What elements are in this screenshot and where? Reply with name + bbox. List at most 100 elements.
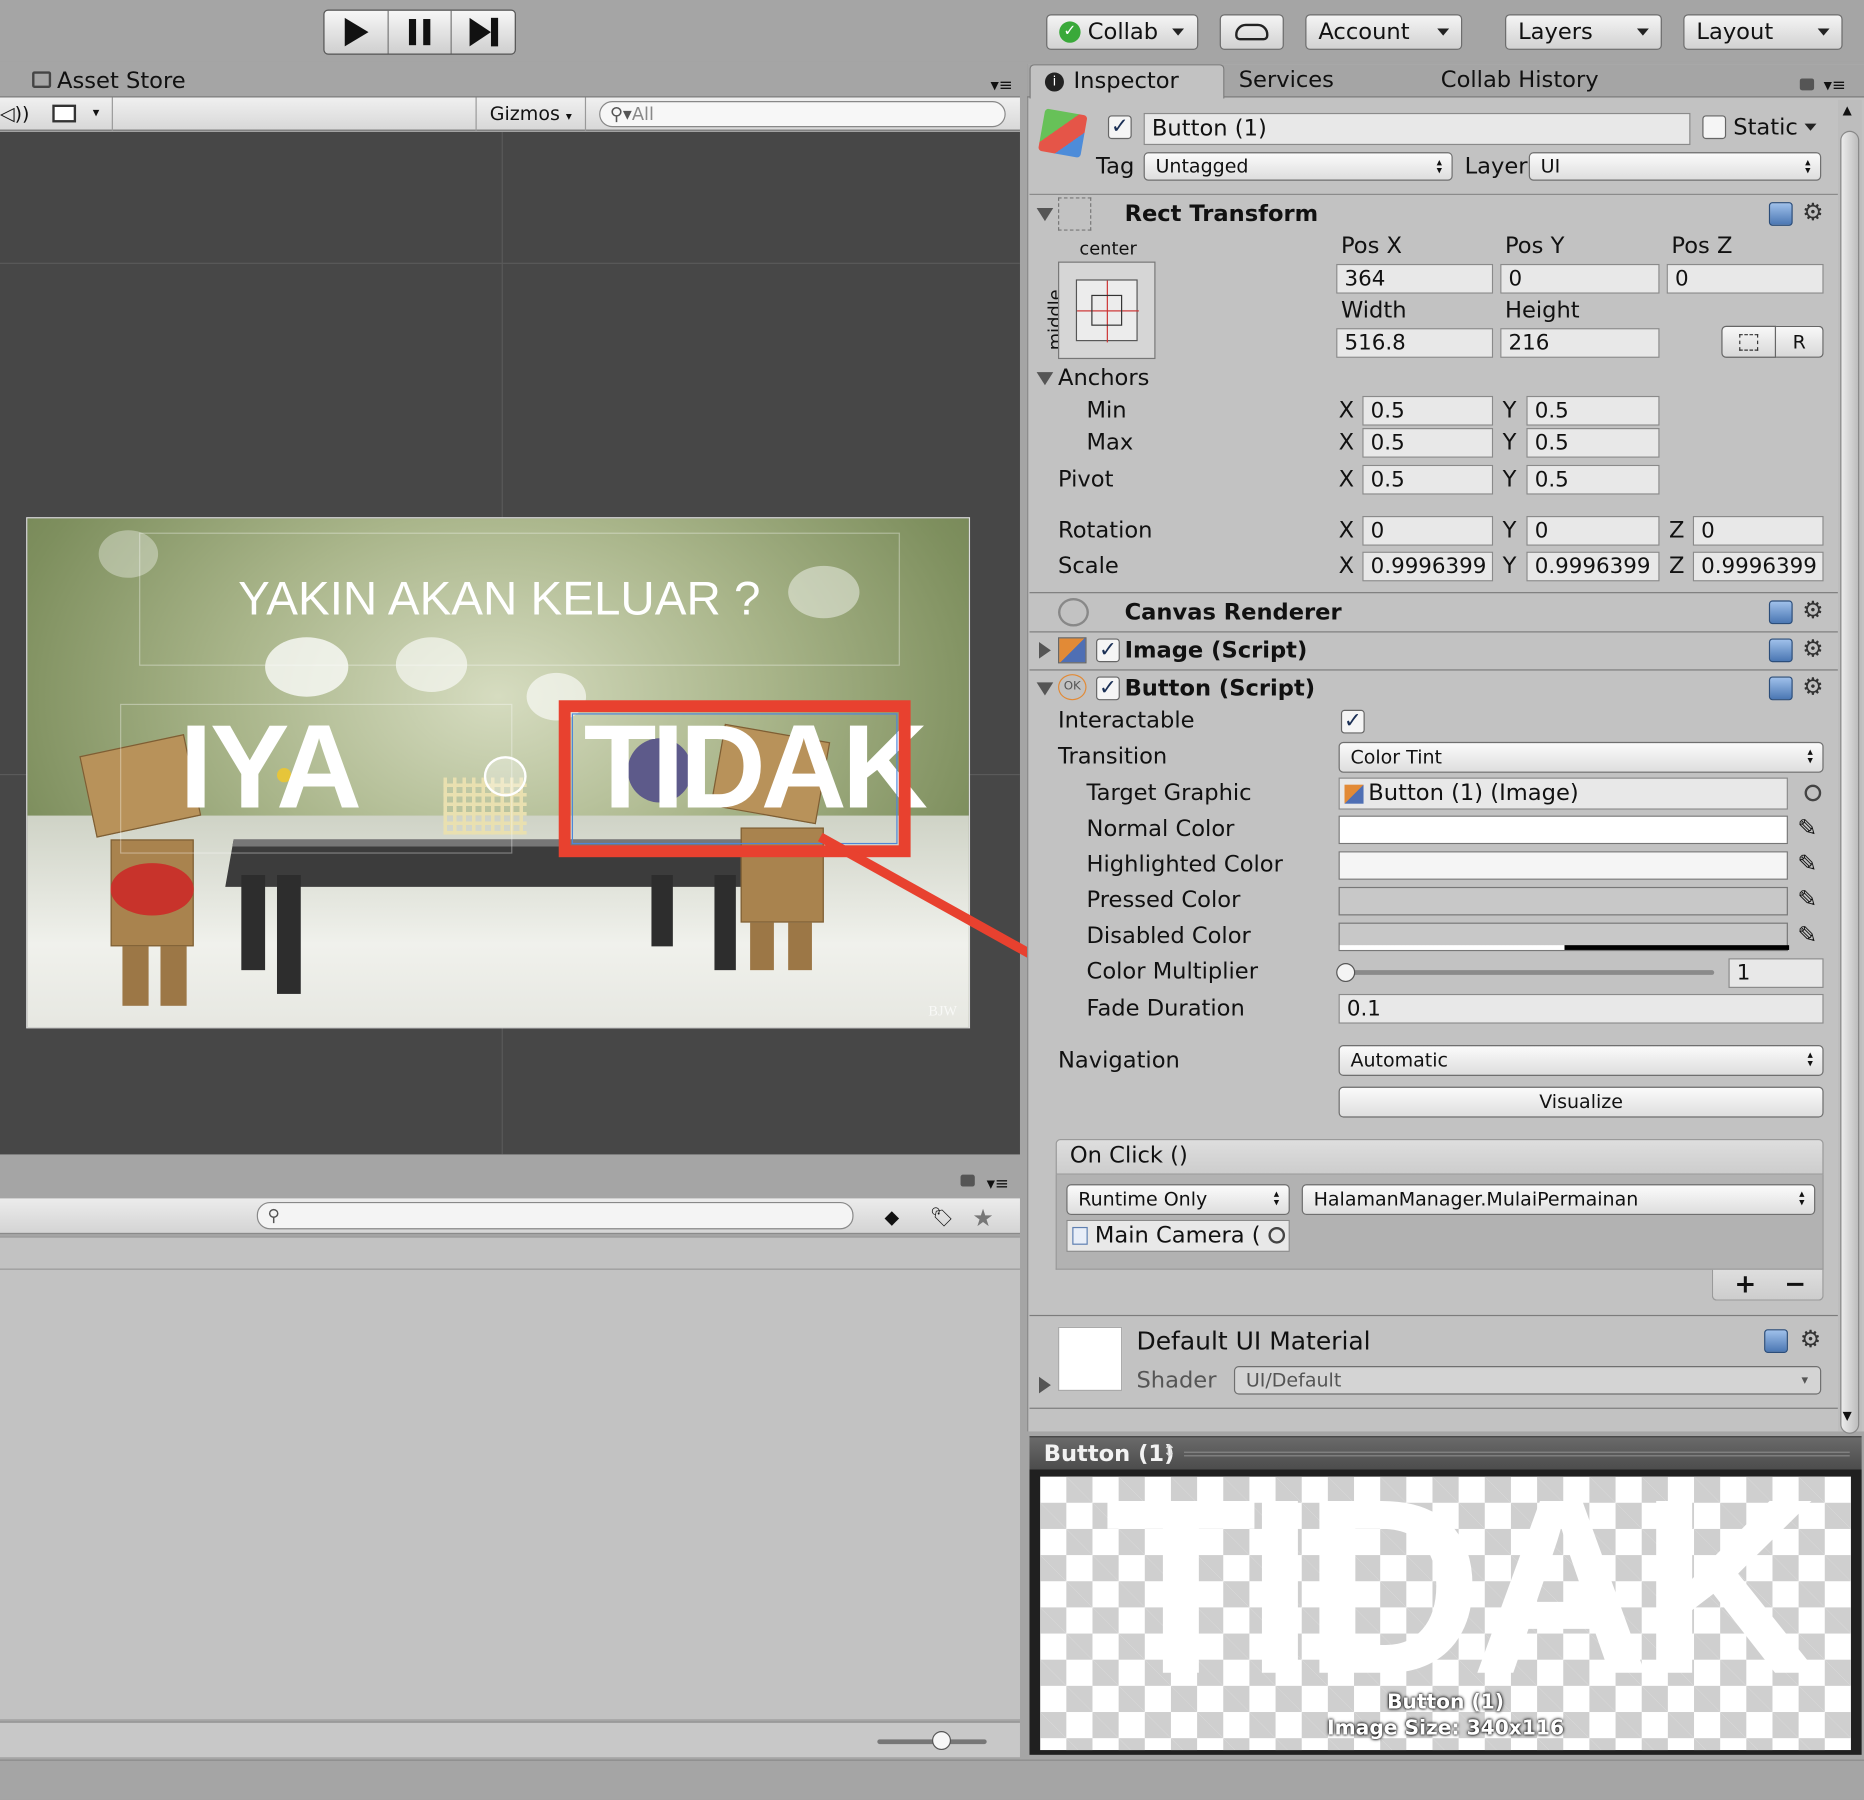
rotation-x-field[interactable]: 0	[1362, 515, 1494, 546]
project-search-input[interactable]: ⚲	[256, 1201, 854, 1230]
function-dropdown[interactable]: HalamanManager.MulaiPermainan ▴ ▾	[1301, 1184, 1816, 1216]
color-multiplier-field[interactable]: 1	[1728, 958, 1824, 988]
expand-arrow-icon[interactable]	[1038, 642, 1051, 659]
rotation-z-field[interactable]: 0	[1692, 515, 1824, 546]
collab-dropdown[interactable]: ✓ Collab	[1046, 14, 1199, 50]
eyedropper-icon[interactable]: ✎	[1797, 885, 1821, 914]
button-enabled-checkbox[interactable]: ✓	[1096, 676, 1120, 701]
scene-viewport[interactable]: YAKIN AKAN KELUAR ? IYA TIDAK BJW	[0, 131, 1020, 1155]
pos-z-field[interactable]: 0	[1666, 263, 1824, 294]
blueprint-mode-button[interactable]	[1721, 325, 1777, 358]
pivot-y-field[interactable]: 0.5	[1526, 464, 1660, 495]
anchor-max-y-field[interactable]: 0.5	[1526, 428, 1660, 458]
navigation-dropdown[interactable]: Automatic ▴ ▾	[1338, 1045, 1824, 1076]
scrollbar-thumb[interactable]	[1840, 130, 1860, 1434]
account-dropdown[interactable]: Account	[1305, 14, 1463, 50]
filter-by-label-icon[interactable]: 🏷	[930, 1206, 954, 1229]
active-checkbox[interactable]: ✓	[1107, 115, 1132, 140]
raw-edit-button[interactable]: R	[1776, 325, 1824, 358]
anchor-min-y-field[interactable]: 0.5	[1526, 395, 1660, 426]
panel-menu-icon[interactable]: ▾≡	[991, 76, 1013, 95]
preview-drag-handle[interactable]	[1184, 1451, 1850, 1457]
rotation-y-field[interactable]: 0	[1526, 515, 1660, 546]
eyedropper-icon[interactable]: ✎	[1797, 920, 1821, 949]
move-gizmo-icon[interactable]	[483, 756, 527, 797]
preview-header[interactable]: Button (1) ⇕	[1029, 1436, 1862, 1470]
scale-y-field[interactable]: 0.9996399	[1526, 551, 1660, 582]
pos-x-field[interactable]: 364	[1336, 263, 1494, 294]
help-book-icon[interactable]	[1768, 202, 1793, 226]
gear-icon[interactable]: ⚙	[1800, 1327, 1821, 1351]
lock-icon[interactable]	[1799, 78, 1815, 91]
gear-icon[interactable]: ⚙	[1802, 598, 1823, 622]
remove-listener-button[interactable]: −	[1784, 1270, 1806, 1300]
target-graphic-field[interactable]: Button (1) (Image)	[1338, 777, 1788, 810]
collapse-arrow-icon[interactable]	[1036, 372, 1054, 386]
layout-dropdown[interactable]: Layout	[1683, 14, 1843, 50]
shader-dropdown[interactable]: UI/Default ▾	[1233, 1366, 1822, 1395]
object-picker-icon[interactable]	[1804, 784, 1822, 802]
tab-services[interactable]: Services	[1239, 67, 1334, 93]
iya-button-text[interactable]: IYA	[180, 699, 363, 836]
pivot-x-field[interactable]: 0.5	[1362, 464, 1494, 495]
eyedropper-icon[interactable]: ✎	[1797, 849, 1821, 878]
collapse-arrow-icon[interactable]	[1036, 682, 1054, 696]
static-checkbox[interactable]	[1702, 115, 1727, 140]
anchor-preset-button[interactable]	[1058, 261, 1156, 360]
scale-z-field[interactable]: 0.9996399	[1692, 551, 1824, 582]
object-picker-icon[interactable]	[1268, 1226, 1286, 1244]
color-multiplier-slider-track[interactable]	[1343, 970, 1715, 975]
layers-dropdown[interactable]: Layers	[1504, 14, 1662, 50]
layer-dropdown[interactable]: UI ▴ ▾	[1528, 152, 1822, 181]
inspector-scrollbar[interactable]: ▲	[1837, 99, 1862, 1434]
gear-icon[interactable]: ⚙	[1802, 674, 1823, 698]
scale-x-field[interactable]: 0.9996399	[1362, 551, 1494, 582]
image-icon[interactable]	[52, 104, 77, 123]
height-field[interactable]: 216	[1500, 328, 1660, 358]
panel-menu-icon[interactable]: ▾≡	[1824, 76, 1846, 95]
asset-store-tab[interactable]: Asset Store	[57, 68, 186, 94]
panel-menu-icon[interactable]: ▾≡	[987, 1175, 1009, 1194]
anchor-min-x-field[interactable]: 0.5	[1362, 395, 1494, 426]
highlighted-color-swatch[interactable]	[1338, 851, 1788, 880]
step-button[interactable]	[452, 11, 515, 54]
chevron-down-icon[interactable]	[1804, 123, 1817, 131]
pos-y-field[interactable]: 0	[1500, 263, 1660, 294]
normal-color-swatch[interactable]	[1338, 815, 1788, 845]
add-listener-button[interactable]: +	[1734, 1270, 1756, 1300]
filter-by-type-icon[interactable]: ◆	[884, 1206, 908, 1229]
expand-arrow-icon[interactable]	[1038, 1376, 1051, 1394]
target-object-field[interactable]: Main Camera (	[1066, 1219, 1290, 1252]
tag-dropdown[interactable]: Untagged ▴ ▾	[1143, 152, 1453, 181]
collapse-arrow-icon[interactable]	[1036, 208, 1054, 222]
visualize-button[interactable]: Visualize	[1338, 1086, 1824, 1118]
lock-icon[interactable]	[960, 1174, 975, 1187]
help-book-icon[interactable]	[1768, 676, 1793, 701]
play-button[interactable]	[325, 10, 389, 54]
scroll-down-icon[interactable]: ▼	[1843, 1410, 1852, 1423]
runtime-dropdown[interactable]: Runtime Only ▴ ▾	[1066, 1184, 1290, 1216]
fade-duration-field[interactable]: 0.1	[1338, 993, 1824, 1024]
audio-icon[interactable]: ◁))	[0, 102, 29, 125]
favorites-star-icon[interactable]: ★	[972, 1203, 993, 1232]
pause-button[interactable]	[389, 10, 452, 54]
zoom-slider-thumb[interactable]	[932, 1731, 952, 1751]
object-name-field[interactable]: Button (1)	[1143, 112, 1691, 146]
project-content-area[interactable]	[0, 1236, 1020, 1720]
gear-icon[interactable]: ⚙	[1802, 200, 1823, 224]
gizmos-dropdown[interactable]: Gizmos ▾	[490, 102, 572, 125]
eyedropper-icon[interactable]: ✎	[1797, 813, 1821, 842]
color-multiplier-slider-thumb[interactable]	[1336, 963, 1356, 983]
scene-search-input[interactable]: ⚲▾All	[599, 101, 1006, 128]
help-book-icon[interactable]	[1764, 1329, 1788, 1353]
anchor-max-x-field[interactable]: 0.5	[1362, 428, 1494, 458]
gear-icon[interactable]: ⚙	[1802, 636, 1823, 660]
chevron-down-icon[interactable]: ▾	[93, 105, 100, 120]
tab-collab-history[interactable]: Collab History	[1441, 67, 1599, 93]
transition-dropdown[interactable]: Color Tint ▴ ▾	[1338, 741, 1824, 773]
width-field[interactable]: 516.8	[1336, 328, 1494, 358]
disabled-color-swatch[interactable]	[1338, 922, 1790, 952]
interactable-checkbox[interactable]: ✓	[1340, 709, 1365, 734]
tab-inspector[interactable]: i Inspector	[1029, 64, 1225, 99]
help-book-icon[interactable]	[1768, 638, 1793, 663]
